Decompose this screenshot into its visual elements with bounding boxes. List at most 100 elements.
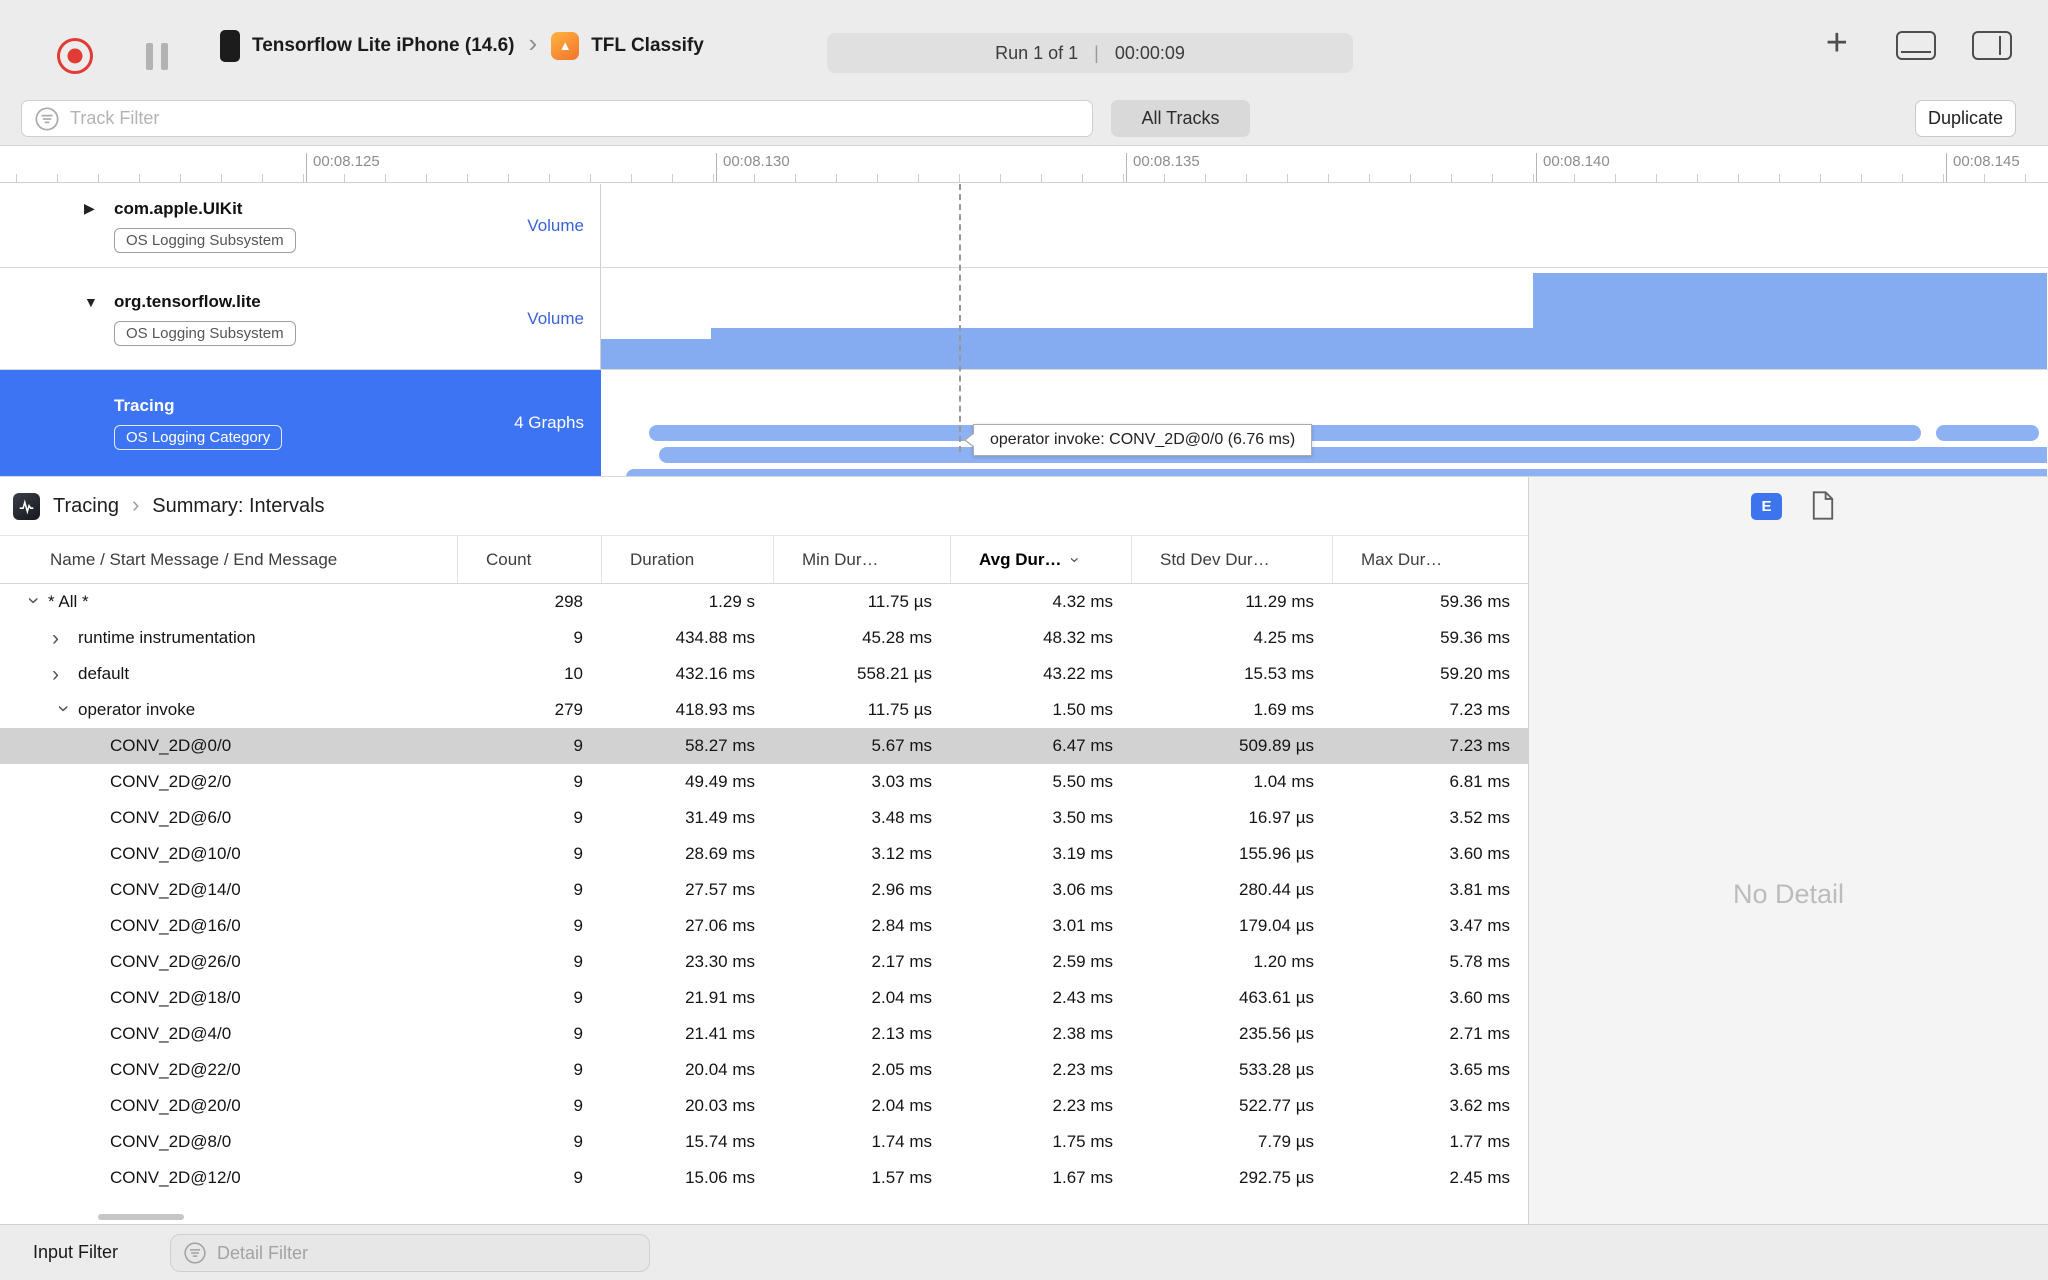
playhead-line[interactable] xyxy=(959,184,961,452)
detail-filter-input[interactable] xyxy=(217,1242,597,1264)
table-row[interactable]: › default 10 432.16 ms 558.21 µs 43.22 m… xyxy=(0,656,1528,692)
row-disclosure-icon[interactable]: › xyxy=(52,664,76,685)
column-header-max[interactable]: Max Dur… xyxy=(1332,536,1528,583)
table-row[interactable]: › operator invoke 279 418.93 ms 11.75 µs… xyxy=(0,692,1528,728)
ruler-tick: 00:08.130 xyxy=(716,153,790,182)
row-avg-duration: 43.22 ms xyxy=(1043,664,1113,683)
column-header-name[interactable]: Name / Start Message / End Message xyxy=(0,536,457,583)
row-name: * All * xyxy=(48,592,89,611)
interval-tooltip: operator invoke: CONV_2D@0/0 (6.76 ms) xyxy=(963,424,1313,456)
all-tracks-button[interactable]: All Tracks xyxy=(1111,100,1250,137)
row-max-duration: 5.78 ms xyxy=(1449,952,1510,971)
row-min-duration: 2.13 ms xyxy=(871,1024,932,1043)
row-avg-duration: 1.75 ms xyxy=(1052,1132,1113,1151)
track-graph-tracing[interactable] xyxy=(601,370,2048,476)
track-filter-input[interactable] xyxy=(70,108,970,129)
column-header-count[interactable]: Count xyxy=(457,536,601,583)
interval-bar[interactable] xyxy=(1936,425,2039,441)
row-avg-duration: 2.38 ms xyxy=(1052,1024,1113,1043)
row-count: 9 xyxy=(573,952,583,971)
table-row[interactable]: CONV_2D@10/0 9 28.69 ms 3.12 ms 3.19 ms … xyxy=(0,836,1528,872)
record-button[interactable] xyxy=(57,38,93,74)
table-row[interactable]: › runtime instrumentation 9 434.88 ms 45… xyxy=(0,620,1528,656)
row-count: 9 xyxy=(573,772,583,791)
table-row[interactable]: › * All * 298 1.29 s 11.75 µs 4.32 ms 11… xyxy=(0,584,1528,620)
row-duration: 27.57 ms xyxy=(685,880,755,899)
row-disclosure-icon[interactable]: › xyxy=(23,592,46,613)
filter-icon xyxy=(184,1242,206,1264)
row-avg-duration: 48.32 ms xyxy=(1043,628,1113,647)
volume-bar xyxy=(1533,273,2047,369)
track-badge: OS Logging Subsystem xyxy=(114,320,296,346)
duplicate-button[interactable]: Duplicate xyxy=(1915,100,2016,137)
breadcrumb-root[interactable]: Tracing xyxy=(53,495,119,518)
row-stddev-duration: 1.04 ms xyxy=(1253,772,1314,791)
table-row[interactable]: CONV_2D@20/0 9 20.03 ms 2.04 ms 2.23 ms … xyxy=(0,1088,1528,1124)
time-ruler[interactable]: 00:08.125 00:08.130 00:08.135 00:08.140 … xyxy=(0,147,2048,183)
row-duration: 27.06 ms xyxy=(685,916,755,935)
row-min-duration: 3.48 ms xyxy=(871,808,932,827)
column-header-stddev[interactable]: Std Dev Dur… xyxy=(1131,536,1332,583)
breadcrumb-page[interactable]: Summary: Intervals xyxy=(152,495,324,518)
table-row[interactable]: CONV_2D@0/0 9 58.27 ms 5.67 ms 6.47 ms 5… xyxy=(0,728,1528,764)
column-header-min[interactable]: Min Dur… xyxy=(773,536,950,583)
column-header-duration[interactable]: Duration xyxy=(601,536,773,583)
row-max-duration: 7.23 ms xyxy=(1449,700,1510,719)
ruler-tick: 00:08.145 xyxy=(1946,153,2020,182)
run-separator: | xyxy=(1094,42,1099,63)
table-row[interactable]: CONV_2D@16/0 9 27.06 ms 2.84 ms 3.01 ms … xyxy=(0,908,1528,944)
filter-icon xyxy=(35,106,59,131)
row-stddev-duration: 7.79 µs xyxy=(1257,1132,1314,1151)
row-duration: 20.04 ms xyxy=(685,1060,755,1079)
table-row[interactable]: CONV_2D@4/0 9 21.41 ms 2.13 ms 2.38 ms 2… xyxy=(0,1016,1528,1052)
row-max-duration: 3.60 ms xyxy=(1449,844,1510,863)
table-row[interactable]: CONV_2D@6/0 9 31.49 ms 3.48 ms 3.50 ms 1… xyxy=(0,800,1528,836)
row-min-duration: 45.28 ms xyxy=(862,628,932,647)
table-row[interactable]: CONV_2D@2/0 9 49.49 ms 3.03 ms 5.50 ms 1… xyxy=(0,764,1528,800)
row-name: CONV_2D@2/0 xyxy=(110,772,232,791)
row-stddev-duration: 1.20 ms xyxy=(1253,952,1314,971)
row-disclosure-icon[interactable]: › xyxy=(53,700,76,721)
row-min-duration: 2.05 ms xyxy=(871,1060,932,1079)
table-row[interactable]: CONV_2D@22/0 9 20.04 ms 2.05 ms 2.23 ms … xyxy=(0,1052,1528,1088)
table-row[interactable]: CONV_2D@26/0 9 23.30 ms 2.17 ms 2.59 ms … xyxy=(0,944,1528,980)
table-row[interactable]: CONV_2D@12/0 9 15.06 ms 1.57 ms 1.67 ms … xyxy=(0,1160,1528,1196)
track-row-uikit[interactable]: ▶ com.apple.UIKit OS Logging Subsystem V… xyxy=(0,184,2048,268)
track-filter-field[interactable] xyxy=(21,100,1093,137)
column-header-avg[interactable]: Avg Dur… › xyxy=(950,536,1131,583)
horizontal-scrollbar[interactable] xyxy=(98,1214,184,1220)
track-graph-uikit[interactable] xyxy=(601,184,2048,267)
table-row[interactable]: CONV_2D@18/0 9 21.91 ms 2.04 ms 2.43 ms … xyxy=(0,980,1528,1016)
pause-button[interactable] xyxy=(146,43,168,70)
summary-table-body: › * All * 298 1.29 s 11.75 µs 4.32 ms 11… xyxy=(0,584,1528,1196)
ruler-tick: 00:08.140 xyxy=(1536,153,1610,182)
interval-bar[interactable] xyxy=(626,469,2047,476)
track-meta-label: Volume xyxy=(527,215,584,235)
row-min-duration: 5.67 ms xyxy=(871,736,932,755)
app-icon: ▲ xyxy=(551,31,580,60)
iphone-icon xyxy=(220,29,240,62)
row-name: CONV_2D@18/0 xyxy=(110,988,241,1007)
row-max-duration: 59.20 ms xyxy=(1440,664,1510,683)
document-icon[interactable] xyxy=(1811,491,1835,525)
table-row[interactable]: CONV_2D@8/0 9 15.74 ms 1.74 ms 1.75 ms 7… xyxy=(0,1124,1528,1160)
row-min-duration: 3.03 ms xyxy=(871,772,932,791)
run-time: 00:00:09 xyxy=(1114,42,1185,63)
chevron-right-icon: › xyxy=(131,491,140,517)
track-graph-volume[interactable] xyxy=(601,268,2048,369)
row-min-duration: 2.84 ms xyxy=(871,916,932,935)
row-stddev-duration: 155.96 µs xyxy=(1238,844,1314,863)
disclosure-expanded-icon[interactable]: ▼ xyxy=(84,294,114,310)
disclosure-collapsed-icon[interactable]: ▶ xyxy=(84,200,114,217)
row-disclosure-icon[interactable]: › xyxy=(52,628,76,649)
detail-filter-field[interactable] xyxy=(170,1234,650,1272)
toggle-right-pane-button[interactable] xyxy=(1972,31,2012,60)
table-row[interactable]: CONV_2D@14/0 9 27.57 ms 2.96 ms 3.06 ms … xyxy=(0,872,1528,908)
add-instrument-button[interactable]: + xyxy=(1826,24,1848,68)
extended-detail-button[interactable]: E xyxy=(1751,493,1782,520)
toggle-bottom-pane-button[interactable] xyxy=(1896,31,1936,60)
target-selector[interactable]: Tensorflow Lite iPhone (14.6) › ▲ TFL Cl… xyxy=(220,0,704,91)
row-avg-duration: 1.50 ms xyxy=(1052,700,1113,719)
track-row-tensorflow[interactable]: ▼ org.tensorflow.lite OS Logging Subsyst… xyxy=(0,268,2048,370)
interval-bar[interactable] xyxy=(659,447,2047,463)
